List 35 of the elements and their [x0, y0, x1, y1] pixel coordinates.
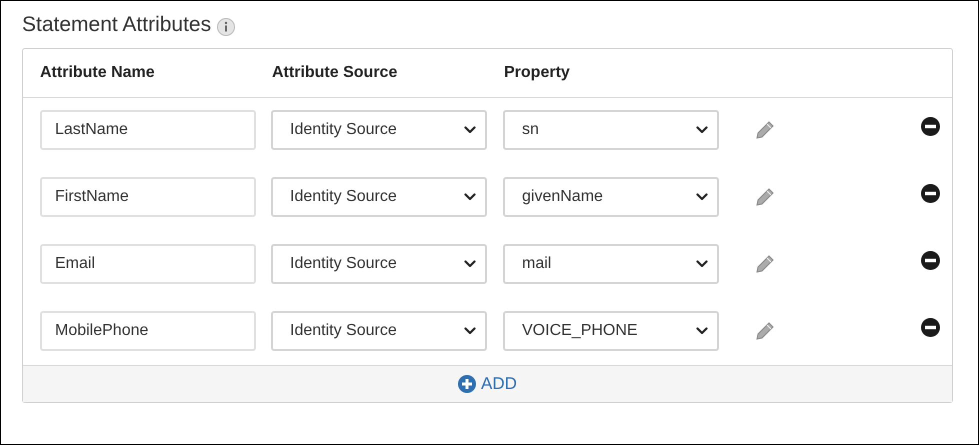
- source-select[interactable]: Identity Source: [271, 311, 487, 351]
- add-button[interactable]: ADD: [458, 371, 517, 397]
- property-select[interactable]: mail: [503, 244, 719, 284]
- remove-icon[interactable]: [921, 184, 940, 202]
- property-select[interactable]: givenName: [503, 177, 719, 217]
- source-select[interactable]: Identity Source: [271, 110, 487, 150]
- info-icon[interactable]: [217, 18, 236, 36]
- pencil-icon[interactable]: [755, 187, 775, 207]
- plus-circle-icon: [458, 375, 476, 393]
- chevron-down-icon: [464, 327, 476, 335]
- remove-icon[interactable]: [921, 318, 940, 336]
- chevron-down-icon: [464, 193, 476, 201]
- chevron-down-icon: [696, 260, 708, 268]
- property-select[interactable]: VOICE_PHONE: [503, 311, 719, 351]
- column-header: Attribute Name: [40, 63, 156, 83]
- column-header: Property: [504, 63, 571, 83]
- source-select[interactable]: Identity Source: [271, 244, 487, 284]
- property-select[interactable]: sn: [503, 110, 719, 150]
- section-title: Statement Attributes: [22, 12, 212, 38]
- chevron-down-icon: [464, 260, 476, 268]
- chevron-down-icon: [696, 193, 708, 201]
- pencil-icon[interactable]: [755, 254, 775, 274]
- chevron-down-icon: [696, 126, 708, 134]
- column-header: Attribute Source: [272, 63, 398, 83]
- pencil-icon[interactable]: [755, 321, 775, 341]
- remove-icon[interactable]: [921, 116, 940, 136]
- remove-icon[interactable]: [921, 250, 940, 270]
- attribute-name-field[interactable]: Email: [40, 244, 256, 284]
- attribute-name-field[interactable]: MobilePhone: [40, 311, 256, 351]
- chevron-down-icon: [696, 327, 708, 335]
- chevron-down-icon: [464, 126, 476, 134]
- attribute-name-field[interactable]: LastName: [40, 110, 256, 150]
- pencil-icon[interactable]: [755, 120, 775, 140]
- attribute-name-field[interactable]: FirstName: [40, 177, 256, 217]
- source-select[interactable]: Identity Source: [271, 177, 487, 217]
